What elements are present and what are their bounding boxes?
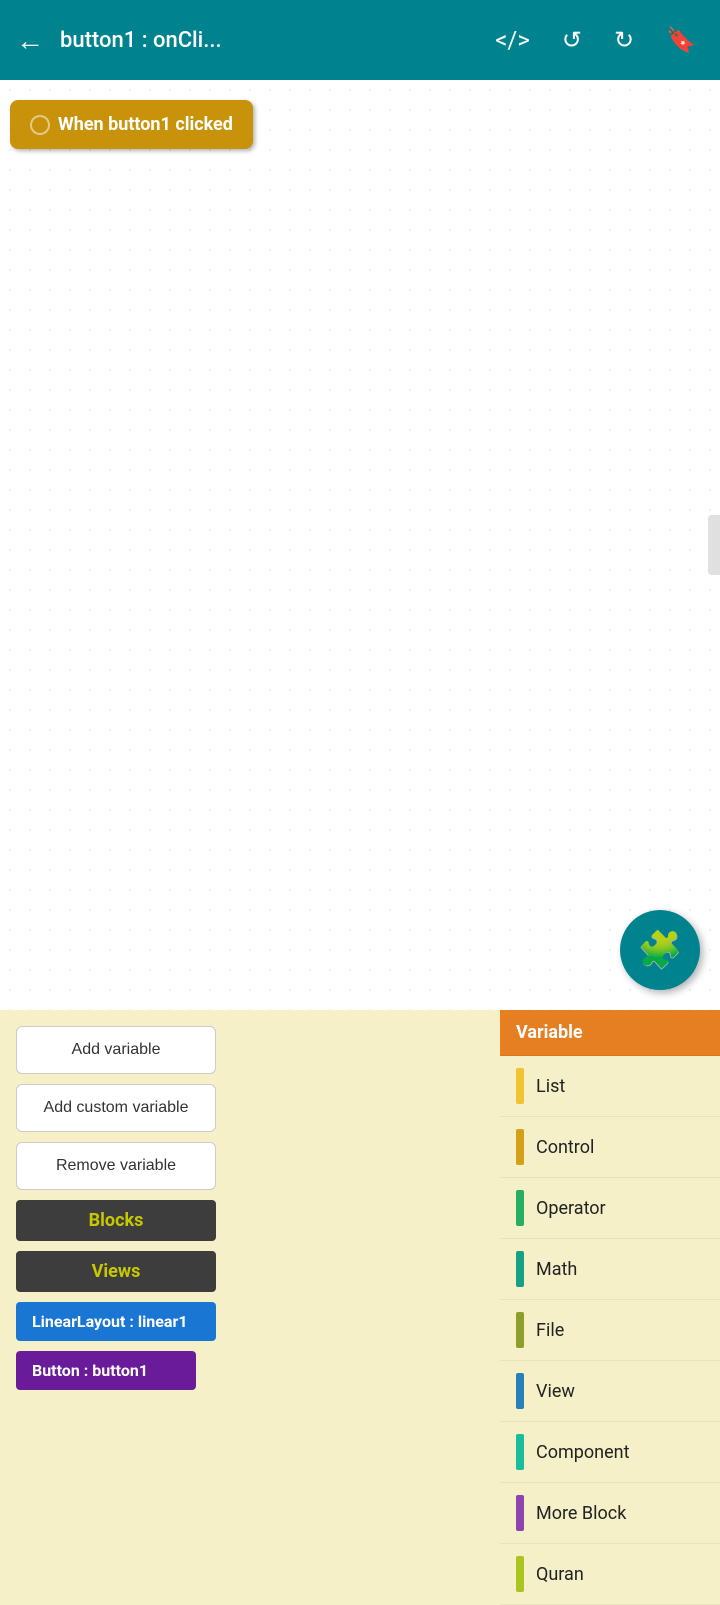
bottom-panel: Add variable Add custom variable Remove … [0,1010,720,1448]
add-variable-button[interactable]: Add variable [16,1026,216,1074]
category-label: Control [536,1137,594,1158]
category-dot [516,1190,524,1226]
category-dot [516,1251,524,1287]
header-title: button1 : onCli... [60,28,471,53]
category-item-variable[interactable]: Variable [500,1010,720,1056]
category-label: File [536,1320,564,1341]
category-dot [516,1312,524,1348]
category-dot [516,1434,524,1470]
category-label: Quran [536,1564,584,1585]
category-label: List [536,1076,565,1097]
category-dot [516,1068,524,1104]
category-dot [516,1495,524,1531]
back-button[interactable]: ← [16,24,44,57]
category-item-operator[interactable]: Operator [500,1178,720,1239]
category-dot [516,1129,524,1165]
bookmark-button[interactable]: 🔖 [658,22,704,58]
category-item-file[interactable]: File [500,1300,720,1361]
puzzle-icon: 🧩 [638,929,683,971]
category-item-control[interactable]: Control [500,1117,720,1178]
category-dot [516,1373,524,1409]
remove-variable-button[interactable]: Remove variable [16,1142,216,1190]
right-panel: VariableListControlOperatorMathFileViewC… [500,1010,720,1448]
add-custom-variable-button[interactable]: Add custom variable [16,1084,216,1132]
add-block-fab[interactable]: 🧩 [620,910,700,990]
category-item-math[interactable]: Math [500,1239,720,1300]
category-item-view[interactable]: View [500,1361,720,1422]
category-dot [516,1556,524,1592]
blocks-section[interactable]: Blocks [16,1200,216,1241]
category-label: Variable [516,1022,583,1043]
event-block-label: When button1 clicked [58,114,233,135]
category-item-component[interactable]: Component [500,1422,720,1483]
category-item-more-block[interactable]: More Block [500,1483,720,1544]
code-view-button[interactable]: </> [487,22,538,58]
category-item-list[interactable]: List [500,1056,720,1117]
views-section[interactable]: Views [16,1251,216,1292]
category-item-quran[interactable]: Quran [500,1544,720,1605]
category-label: Operator [536,1198,606,1219]
category-label: More Block [536,1503,626,1524]
undo-button[interactable]: ↺ [554,22,590,58]
event-block[interactable]: When button1 clicked [10,100,253,149]
category-label: Math [536,1259,577,1280]
right-tab[interactable] [708,515,720,575]
button-component[interactable]: Button : button1 [16,1351,196,1390]
canvas-area: When button1 clicked 🧩 [0,80,720,1010]
left-panel: Add variable Add custom variable Remove … [0,1010,500,1448]
header: ← button1 : onCli... </> ↺ ↻ 🔖 [0,0,720,80]
category-label: View [536,1381,575,1402]
redo-button[interactable]: ↻ [606,22,642,58]
category-label: Component [536,1442,629,1463]
linearlayout-component[interactable]: LinearLayout : linear1 [16,1302,216,1341]
